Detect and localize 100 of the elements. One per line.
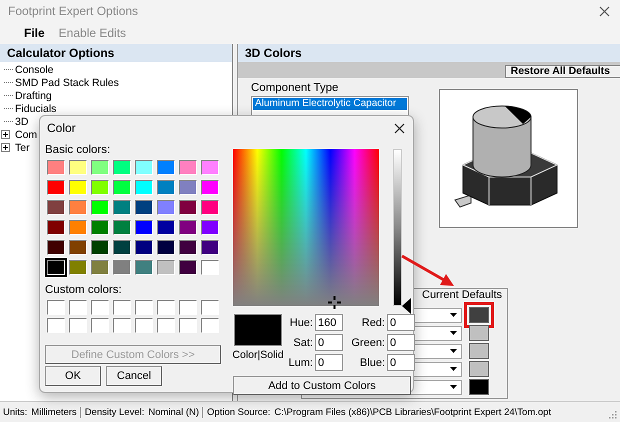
color-swatch[interactable] (135, 180, 153, 195)
color-swatch[interactable] (47, 260, 65, 275)
color-swatch[interactable] (69, 200, 87, 215)
color-swatch[interactable] (179, 240, 197, 255)
color-swatch[interactable] (135, 220, 153, 235)
color-swatch[interactable] (157, 220, 175, 235)
tree-item[interactable]: Fiducials (15, 102, 56, 114)
list-item[interactable]: Aluminum Electrolytic Capacitor (253, 98, 407, 110)
color-swatch[interactable] (179, 220, 197, 235)
color-swatch[interactable] (201, 260, 219, 275)
color-spectrum[interactable] (233, 149, 379, 306)
tree-item[interactable]: Ter (15, 142, 30, 154)
custom-color-swatch[interactable] (47, 300, 65, 315)
color-swatch[interactable] (113, 180, 131, 195)
field-label: Hue: (290, 316, 313, 328)
color-swatch[interactable] (113, 220, 131, 235)
custom-color-swatch[interactable] (69, 300, 87, 315)
color-swatch[interactable] (69, 220, 87, 235)
color-swatch[interactable] (179, 180, 197, 195)
input-field[interactable]: 160 (315, 314, 343, 331)
color-swatch[interactable] (201, 200, 219, 215)
custom-color-swatch[interactable] (91, 300, 109, 315)
menu-item[interactable]: File (24, 26, 45, 40)
input-field[interactable]: 0 (387, 314, 415, 331)
custom-color-swatch[interactable] (135, 318, 153, 333)
column-header: Current (422, 289, 459, 301)
color-swatch[interactable] (69, 260, 87, 275)
color-swatch[interactable] (468, 378, 490, 396)
expand-icon[interactable] (1, 143, 10, 152)
custom-color-swatch[interactable] (69, 318, 87, 333)
color-swatch[interactable] (201, 220, 219, 235)
color-swatch[interactable] (468, 360, 490, 378)
color-swatch[interactable] (113, 240, 131, 255)
color-swatch[interactable] (47, 200, 65, 215)
custom-color-swatch[interactable] (91, 318, 109, 333)
status-label: Density Level: (84, 406, 144, 418)
color-swatch[interactable] (135, 240, 153, 255)
color-swatch[interactable] (157, 180, 175, 195)
input-field[interactable]: 0 (387, 334, 415, 351)
luminance-arrow[interactable] (402, 298, 411, 314)
tree-item[interactable]: Com (15, 128, 38, 140)
luminance-bar[interactable] (393, 149, 402, 306)
color-swatch[interactable] (135, 200, 153, 215)
close-icon[interactable] (599, 6, 610, 16)
restore-defaults-button[interactable]: Restore All Defaults (504, 65, 620, 78)
tree-item[interactable]: Console (15, 64, 54, 76)
tree-item[interactable]: 3D (15, 116, 28, 128)
color-swatch[interactable] (157, 260, 175, 275)
color-swatch[interactable] (157, 240, 175, 255)
color-swatch[interactable] (135, 260, 153, 275)
color-swatch[interactable] (179, 200, 197, 215)
color-swatch[interactable] (47, 160, 65, 175)
color-swatch[interactable] (468, 342, 490, 360)
custom-color-swatch[interactable] (113, 300, 131, 315)
color-swatch[interactable] (91, 180, 109, 195)
color-swatch[interactable] (47, 180, 65, 195)
field-label: Component Type (251, 82, 340, 94)
color-swatch[interactable] (113, 260, 131, 275)
tree-item[interactable]: Drafting (15, 90, 52, 102)
color-swatch[interactable] (113, 160, 131, 175)
color-swatch[interactable] (468, 324, 490, 342)
resize-grip-icon[interactable] (609, 411, 617, 419)
color-swatch[interactable] (179, 260, 197, 275)
tree-item[interactable]: SMD Pad Stack Rules (15, 76, 119, 88)
input-field[interactable]: 0 (387, 354, 415, 371)
color-swatch[interactable] (91, 200, 109, 215)
color-swatch[interactable] (69, 240, 87, 255)
custom-color-swatch[interactable] (157, 318, 175, 333)
input-field[interactable]: 0 (315, 354, 343, 371)
custom-color-swatch[interactable] (179, 300, 197, 315)
color-swatch[interactable] (91, 240, 109, 255)
input-field[interactable]: 0 (315, 334, 343, 351)
custom-color-swatch[interactable] (157, 300, 175, 315)
color-swatch[interactable] (69, 160, 87, 175)
expand-icon[interactable] (1, 130, 10, 139)
color-swatch[interactable] (91, 220, 109, 235)
add-to-custom-colors-button[interactable]: Add to Custom Colors (233, 376, 411, 395)
color-swatch[interactable] (47, 240, 65, 255)
color-swatch[interactable] (135, 160, 153, 175)
custom-color-swatch[interactable] (201, 300, 219, 315)
custom-color-swatch[interactable] (201, 318, 219, 333)
color-swatch[interactable] (113, 200, 131, 215)
custom-color-swatch[interactable] (179, 318, 197, 333)
color-swatch[interactable] (91, 260, 109, 275)
close-icon[interactable] (394, 122, 405, 134)
color-swatch[interactable] (69, 180, 87, 195)
color-swatch[interactable] (201, 160, 219, 175)
custom-color-swatch[interactable] (47, 318, 65, 333)
custom-color-swatch[interactable] (135, 300, 153, 315)
color-swatch[interactable] (201, 240, 219, 255)
caret-icon (450, 385, 457, 389)
color-swatch[interactable] (157, 200, 175, 215)
color-swatch[interactable] (47, 220, 65, 235)
color-swatch[interactable] (157, 160, 175, 175)
color-swatch[interactable] (91, 160, 109, 175)
custom-color-swatch[interactable] (113, 318, 131, 333)
cancel-button[interactable]: Cancel (106, 366, 162, 386)
color-swatch[interactable] (179, 160, 197, 175)
color-swatch[interactable] (201, 180, 219, 195)
ok-button[interactable]: OK (45, 366, 101, 386)
